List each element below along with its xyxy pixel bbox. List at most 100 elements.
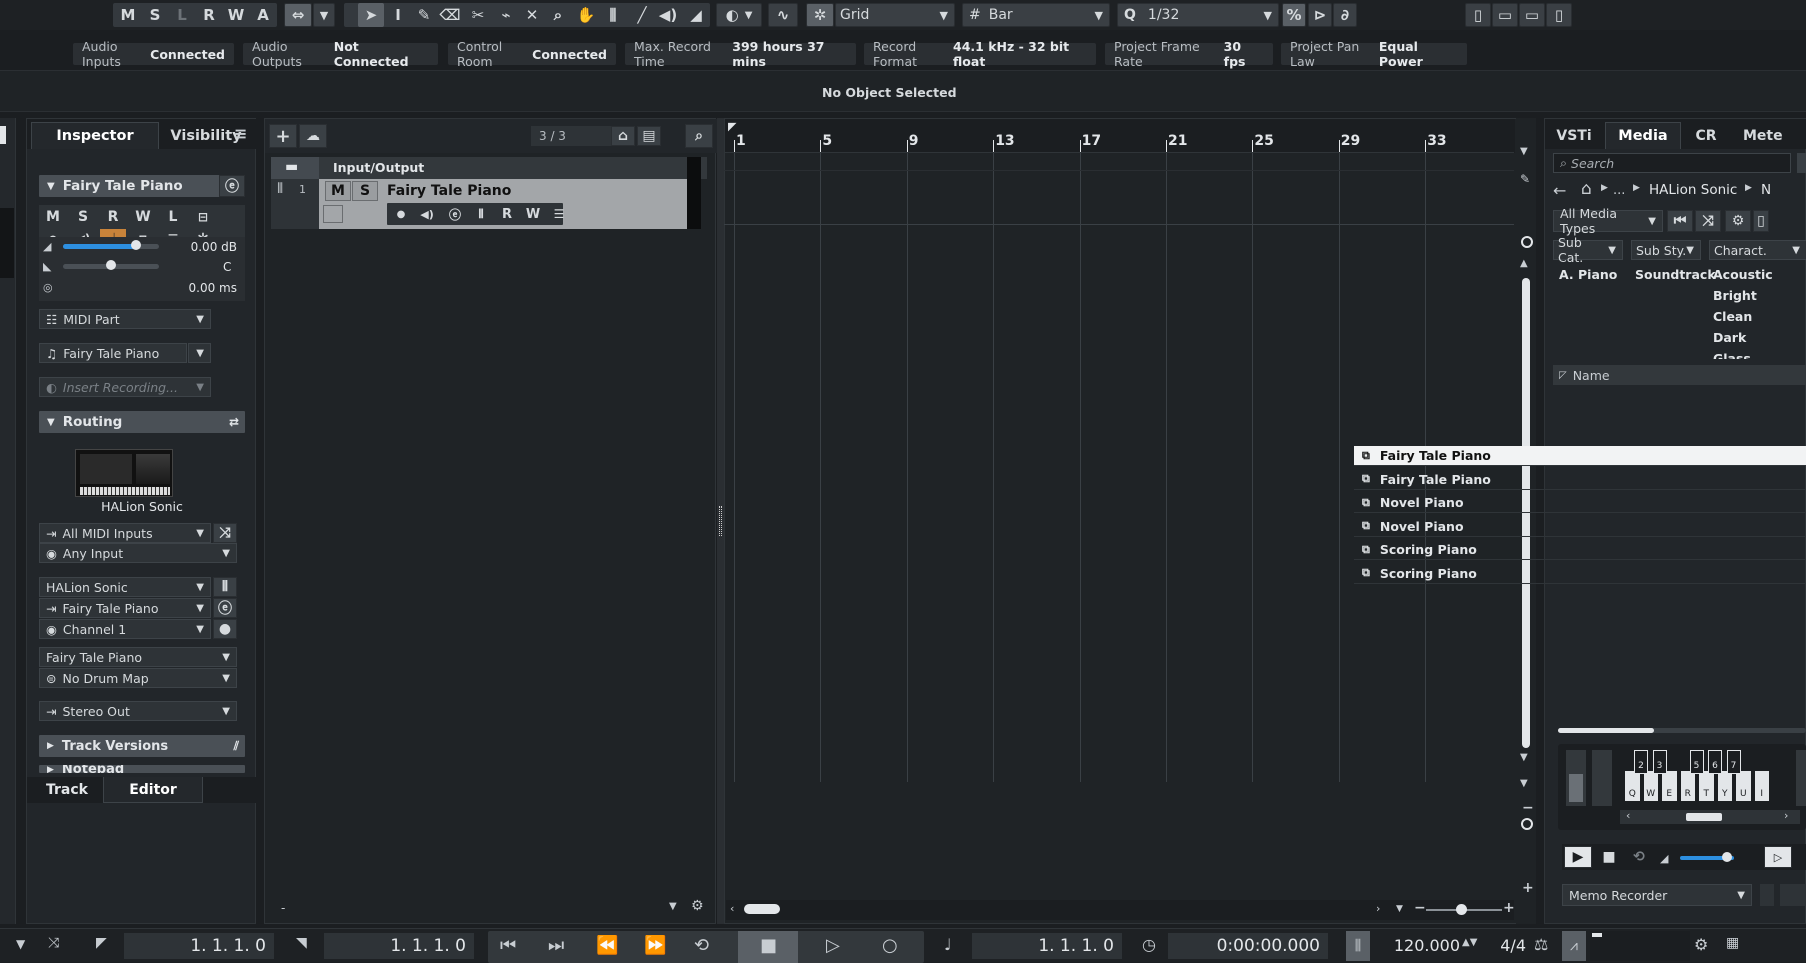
- snap-type-select[interactable]: Grid ▼: [835, 3, 955, 27]
- instrument-edit-keys-icon[interactable]: ⦀: [213, 577, 237, 597]
- visibility-agents-icon[interactable]: ⌂: [611, 126, 635, 146]
- lower-zone-toggle-icon[interactable]: ▭: [1519, 3, 1545, 27]
- media-result-item[interactable]: ⧉ Scoring Piano: [1354, 540, 1806, 560]
- left-zone-toggle-icon[interactable]: ▯: [1465, 3, 1491, 27]
- status-record-format[interactable]: Record Format 44.1 kHz - 32 bit float: [864, 39, 1096, 69]
- input-transformer-icon[interactable]: ⤨: [213, 523, 237, 543]
- transport-extra-icon[interactable]: ▦: [1726, 935, 1739, 951]
- listen-mode-button[interactable]: L: [169, 3, 195, 27]
- scroll-right-icon[interactable]: ›: [1376, 902, 1380, 915]
- edit-instrument-icon[interactable]: ⓔ: [219, 175, 245, 197]
- black-key[interactable]: 5: [1689, 750, 1704, 774]
- white-key[interactable]: U: [1735, 770, 1752, 802]
- black-key[interactable]: 7: [1726, 750, 1741, 774]
- read-automation-button[interactable]: R: [100, 207, 126, 227]
- track-read-button[interactable]: R: [495, 204, 519, 224]
- zoom-presets-icon[interactable]: ✎: [1520, 172, 1530, 186]
- sub-style-select[interactable]: Sub Sty. ▼: [1631, 240, 1701, 260]
- breadcrumb-next[interactable]: N: [1761, 182, 1771, 198]
- filter-value[interactable]: Clean: [1713, 309, 1752, 324]
- scroll-left-icon[interactable]: ‹: [730, 902, 734, 915]
- volume-slider[interactable]: [63, 244, 159, 249]
- insert-recording-select[interactable]: ◐ Insert Recording... ▼: [39, 377, 211, 397]
- position-display[interactable]: 1. 1. 1. 0: [972, 933, 1122, 959]
- stop-button[interactable]: ■: [738, 931, 798, 963]
- vertical-zoom-handle[interactable]: [1521, 236, 1533, 248]
- left-locator-display[interactable]: 1. 1. 1. 0: [124, 933, 274, 959]
- track-record-icon[interactable]: ●: [389, 204, 413, 224]
- track-keys-icon[interactable]: ⦀: [469, 204, 493, 224]
- pointer-tool-icon[interactable]: ➤: [358, 3, 384, 27]
- hand-tool-icon[interactable]: ✋: [574, 3, 598, 27]
- media-type-select[interactable]: All Media Types ▼: [1553, 206, 1663, 236]
- edit-mode-icon[interactable]: ⇔: [284, 3, 312, 27]
- search-tracks-icon[interactable]: ⌕: [685, 124, 713, 148]
- settings-gear-icon[interactable]: ⚙: [691, 898, 704, 914]
- quantize-select[interactable]: Q 1/32 ▼: [1117, 3, 1279, 27]
- left-locator-icon[interactable]: ◤: [96, 935, 107, 951]
- solo-button[interactable]: S: [70, 207, 96, 227]
- media-result-item[interactable]: ⧉ Novel Piano: [1354, 517, 1806, 537]
- media-search-input[interactable]: ⌕ Search: [1553, 153, 1791, 173]
- memo-play-icon[interactable]: ▶: [1564, 846, 1592, 868]
- go-to-end-icon[interactable]: ⏭: [548, 935, 564, 956]
- glue-tool-icon[interactable]: ⌁: [494, 3, 518, 27]
- octave-right-icon[interactable]: ›: [1784, 809, 1788, 822]
- octave-thumb[interactable]: [1686, 813, 1722, 821]
- output-preset-select[interactable]: ⇥ Fairy Tale Piano ▼: [39, 598, 211, 618]
- any-input-select[interactable]: ◉ Any Input ▼: [39, 543, 237, 563]
- fast-forward-icon[interactable]: ⏩: [644, 935, 666, 956]
- breadcrumb-ellipsis[interactable]: ...: [1613, 183, 1625, 198]
- tab-inspector[interactable]: Inspector: [31, 122, 159, 149]
- track-solo-button[interactable]: S: [352, 181, 378, 201]
- tab-media[interactable]: Media: [1605, 122, 1681, 149]
- volume-value[interactable]: 0.00 dB: [187, 240, 237, 254]
- snap-to-zero-icon[interactable]: ∿: [768, 3, 798, 27]
- memo-stop-icon[interactable]: ■: [1596, 846, 1622, 868]
- notepad-header[interactable]: ▶ Notepad: [39, 765, 245, 773]
- media-h-scroll[interactable]: [1558, 728, 1806, 733]
- tab-editor[interactable]: Editor: [103, 777, 203, 803]
- quantize-panel-icon[interactable]: ∂: [1333, 3, 1357, 27]
- media-h-scroll-thumb[interactable]: [1558, 728, 1654, 733]
- zoom-out-icon[interactable]: −: [1522, 800, 1534, 816]
- home-icon[interactable]: ⌂: [1581, 179, 1592, 199]
- memo-loop-icon[interactable]: ⟲: [1626, 846, 1652, 868]
- program-select[interactable]: Fairy Tale Piano ▼: [39, 647, 237, 667]
- track-list-view-icon[interactable]: ▤: [637, 126, 661, 146]
- go-to-start-icon[interactable]: ⏮: [500, 935, 516, 956]
- sub-category-select[interactable]: Sub Cat. ▼: [1553, 235, 1623, 265]
- metronome-icon[interactable]: ⚖: [1534, 935, 1548, 954]
- filter-value[interactable]: Dark: [1713, 330, 1746, 345]
- status-pan-law[interactable]: Project Pan Law Equal Power: [1281, 39, 1467, 69]
- edit-instrument-icon[interactable]: ⓔ: [213, 598, 237, 618]
- filter-value[interactable]: Acoustic: [1713, 267, 1773, 282]
- back-arrow-icon[interactable]: ←: [1553, 181, 1566, 200]
- chevron-down-icon[interactable]: ▼: [1520, 752, 1528, 763]
- auto-scroll-button[interactable]: ◐ ▼: [716, 3, 762, 27]
- snap-on-icon[interactable]: ✲: [806, 3, 834, 27]
- track-versions-header[interactable]: ▶ Track Versions ⫽: [39, 735, 245, 757]
- tempo-track-icon[interactable]: ⫼: [1346, 931, 1370, 961]
- add-track-icon[interactable]: +: [269, 124, 297, 148]
- routing-header[interactable]: ▼ Routing ⇄: [39, 411, 245, 433]
- tab-vsti[interactable]: VSTi: [1547, 122, 1601, 149]
- signature-value[interactable]: 4/4: [1490, 933, 1526, 959]
- black-key[interactable]: 6: [1708, 750, 1722, 774]
- filter-value[interactable]: Soundtrack: [1635, 267, 1716, 282]
- transport-menu-icon[interactable]: ▼: [16, 937, 25, 951]
- track-name-header[interactable]: ▼ Fairy Tale Piano: [39, 175, 245, 197]
- automation-mode-button[interactable]: A: [250, 3, 276, 27]
- project-zone-toggle-icon[interactable]: ▭: [1492, 3, 1518, 27]
- memo-record-mode-icon[interactable]: ▷: [1764, 846, 1792, 868]
- lock-button[interactable]: L: [160, 207, 186, 227]
- splitter-handle[interactable]: [717, 118, 724, 924]
- drum-map-select[interactable]: ⊜ No Drum Map ▼: [39, 668, 237, 688]
- reset-filters-icon[interactable]: ⏮: [1667, 210, 1693, 232]
- play-icon[interactable]: ▷: [826, 935, 840, 956]
- midi-input-select[interactable]: ⇥ All MIDI Inputs ▼: [39, 523, 211, 543]
- status-frame-rate[interactable]: Project Frame Rate 30 fps: [1105, 39, 1273, 69]
- rewind-icon[interactable]: ⏪: [596, 935, 618, 956]
- track-edit-instrument-icon[interactable]: ⓔ: [443, 204, 467, 224]
- channel-select[interactable]: ◉ Channel 1 ▼: [39, 619, 211, 639]
